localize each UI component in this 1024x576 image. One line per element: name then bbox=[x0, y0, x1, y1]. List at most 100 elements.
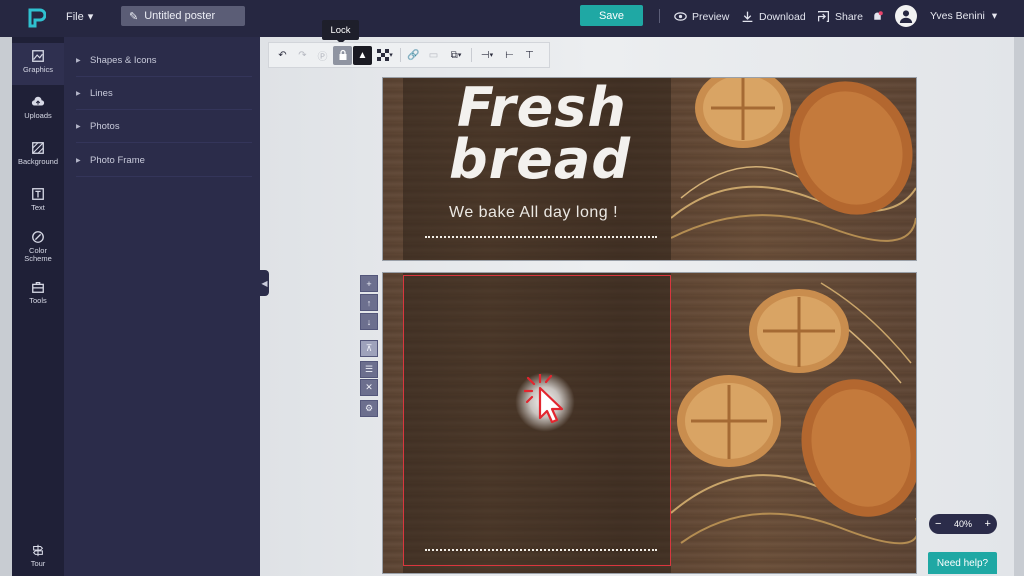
panel-row-lines[interactable]: ▶ Lines bbox=[76, 77, 252, 110]
background-icon bbox=[32, 142, 44, 154]
headline-line1[interactable]: Fresh bbox=[457, 81, 627, 135]
divider bbox=[659, 9, 660, 23]
zoom-out-button[interactable]: − bbox=[935, 518, 941, 530]
rail-item-graphics[interactable]: Graphics bbox=[12, 43, 64, 85]
tour-icon bbox=[32, 544, 44, 557]
caret-right-icon: ▶ bbox=[76, 123, 81, 130]
screen-frame bbox=[1014, 37, 1024, 576]
panel-row-shapes-icons[interactable]: ▶ Shapes & Icons bbox=[76, 44, 252, 77]
zoom-in-button[interactable]: + bbox=[985, 518, 991, 530]
arrow-up-icon: ↑ bbox=[366, 297, 372, 308]
gear-icon: ⚙ bbox=[364, 403, 374, 413]
panel-row-label: Shapes & Icons bbox=[90, 54, 157, 66]
delete-page-button[interactable]: ✕ bbox=[360, 379, 378, 396]
rail-item-label: Tools bbox=[29, 296, 47, 305]
link-icon: 🔗 bbox=[407, 49, 420, 61]
layers-icon: ⧉ bbox=[450, 49, 458, 61]
rail-item-color-scheme[interactable]: Color Scheme bbox=[12, 224, 64, 266]
rail-item-label: Graphics bbox=[22, 65, 53, 74]
distribute-vertical-button[interactable]: ⊤ bbox=[520, 46, 539, 65]
share-button[interactable]: Share bbox=[817, 10, 863, 23]
lock-icon bbox=[339, 49, 346, 60]
plus-icon: + bbox=[366, 278, 372, 289]
file-menu-label: File bbox=[66, 10, 84, 23]
rail-item-background[interactable]: Background bbox=[12, 135, 64, 177]
distribute-vertical-icon: ⊤ bbox=[525, 49, 534, 61]
download-button[interactable]: Download bbox=[741, 10, 806, 23]
page-top-button[interactable]: ⊼ bbox=[360, 340, 378, 357]
rail-item-label: Tour bbox=[30, 559, 46, 568]
undo-button[interactable]: ↶ bbox=[273, 46, 292, 65]
align-button[interactable]: ⊣ ▾ bbox=[475, 46, 499, 65]
toolbox-icon bbox=[32, 282, 44, 293]
document-title: Untitled poster bbox=[144, 10, 216, 22]
group-icon: Ⓟ bbox=[317, 51, 328, 63]
arrange-button[interactable]: ⧉ ▾ bbox=[444, 46, 468, 65]
duplicate-page-button[interactable]: ☰ bbox=[360, 361, 378, 378]
preview-button[interactable]: Preview bbox=[674, 10, 729, 23]
chevron-down-icon: ▾ bbox=[489, 52, 494, 59]
rail-item-tools[interactable]: Tools bbox=[12, 274, 64, 316]
pointer-cursor-icon bbox=[524, 374, 564, 424]
palette-icon bbox=[32, 231, 44, 243]
distribute-horizontal-icon: ⊢ bbox=[505, 49, 514, 61]
panel-row-label: Photo Frame bbox=[90, 154, 145, 166]
add-page-button[interactable]: + bbox=[360, 275, 378, 292]
lock-button[interactable] bbox=[333, 45, 352, 65]
move-page-up-button[interactable]: ↑ bbox=[360, 294, 378, 311]
page-settings-button[interactable]: ⚙ bbox=[360, 400, 378, 417]
bread-photo bbox=[671, 78, 916, 242]
collapse-panel-button[interactable]: ◀ bbox=[260, 270, 269, 296]
caret-right-icon: ▶ bbox=[76, 90, 81, 97]
share-label: Share bbox=[835, 10, 864, 23]
panel-row-photo-frame[interactable]: ▶ Photo Frame bbox=[76, 144, 252, 177]
notifications-button[interactable] bbox=[871, 10, 884, 23]
link-button[interactable]: 🔗 bbox=[404, 46, 423, 65]
rail-item-label: Uploads bbox=[24, 111, 52, 120]
pencil-icon: ✎ bbox=[129, 10, 139, 23]
align-left-icon: ⊣ bbox=[480, 49, 490, 61]
paint-bucket-icon: ▲ bbox=[357, 49, 368, 61]
frame-icon: ▭ bbox=[428, 49, 439, 61]
divider bbox=[471, 48, 472, 62]
redo-icon: ↷ bbox=[298, 49, 307, 61]
duplicate-icon: ☰ bbox=[364, 364, 374, 374]
zoom-control: − 40% + bbox=[929, 514, 997, 534]
headline-line2[interactable]: bread bbox=[449, 133, 631, 187]
move-page-down-button[interactable]: ↓ bbox=[360, 313, 378, 330]
panel-row-label: Lines bbox=[90, 87, 113, 99]
chevron-left-icon: ◀ bbox=[261, 278, 268, 288]
distribute-horizontal-button[interactable]: ⊢ bbox=[500, 46, 519, 65]
rail-item-tour[interactable]: Tour bbox=[12, 537, 64, 576]
rail-item-uploads[interactable]: Uploads bbox=[12, 89, 64, 131]
user-icon bbox=[899, 10, 913, 23]
rail-item-text[interactable]: Text bbox=[12, 181, 64, 223]
panel-row-photos[interactable]: ▶ Photos bbox=[76, 110, 252, 143]
download-label: Download bbox=[759, 10, 806, 23]
user-menu[interactable]: Yves Benini ▾ bbox=[930, 10, 997, 22]
need-help-button[interactable]: Need help? bbox=[928, 552, 997, 574]
poster-page-1[interactable]: Fresh bread We bake All day long ! bbox=[383, 78, 916, 260]
document-title-field[interactable]: ✎ Untitled poster bbox=[121, 6, 245, 26]
file-menu[interactable]: File ▾ bbox=[66, 10, 94, 24]
graphics-icon bbox=[32, 50, 44, 62]
app-logo-icon[interactable] bbox=[28, 8, 46, 28]
bread-photo bbox=[671, 282, 916, 545]
tagline[interactable]: We bake All day long ! bbox=[449, 204, 618, 222]
frame-button[interactable]: ▭ bbox=[424, 46, 443, 65]
caret-right-icon: ▶ bbox=[76, 157, 81, 164]
chevron-down-icon: ▾ bbox=[991, 10, 998, 22]
redo-button[interactable]: ↷ bbox=[293, 46, 312, 65]
text-icon bbox=[32, 188, 44, 200]
chevron-down-icon: ▾ bbox=[389, 52, 393, 59]
avatar[interactable] bbox=[895, 5, 917, 27]
chevron-down-icon: ▾ bbox=[87, 11, 94, 23]
transparency-button[interactable]: ▾ bbox=[373, 46, 397, 65]
fill-color-button[interactable]: ▲ bbox=[353, 45, 372, 65]
save-button[interactable]: Save bbox=[580, 5, 643, 26]
group-button[interactable]: Ⓟ bbox=[313, 46, 332, 65]
rail-item-label: Background bbox=[17, 157, 59, 166]
element-toolbar: ↶ ↷ Ⓟ ▲ ▾ 🔗 ▭ ⧉ ▾ ⊣ ▾ ⊢ ⊤ bbox=[268, 42, 550, 68]
tool-rail: Graphics Uploads Background Text Color S… bbox=[12, 37, 64, 576]
chevron-down-icon: ▾ bbox=[457, 52, 462, 59]
